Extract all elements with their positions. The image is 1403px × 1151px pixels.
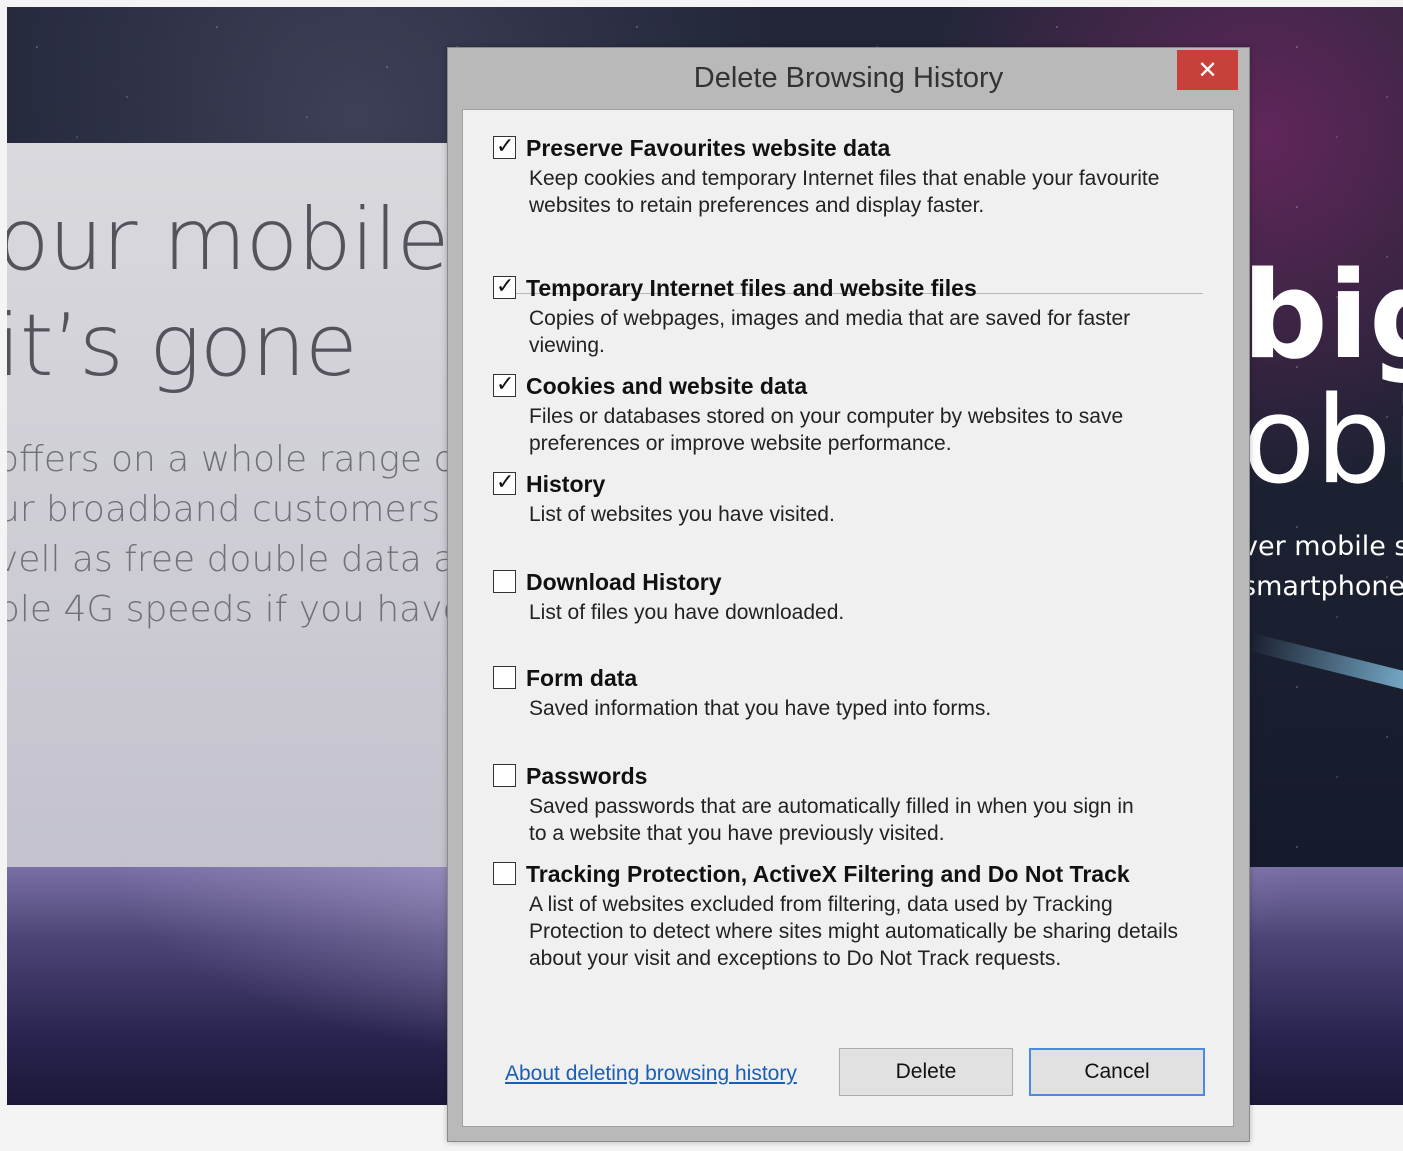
- checkmark-icon: ✓: [496, 274, 515, 299]
- checkbox-download-history[interactable]: [493, 570, 516, 593]
- close-button[interactable]: ✕: [1177, 50, 1238, 90]
- checkbox-temporary-files[interactable]: ✓: [493, 274, 516, 299]
- option-description: Files or databases stored on your comput…: [529, 405, 1124, 455]
- option-description: Keep cookies and temporary Internet file…: [529, 167, 1160, 217]
- hero-right-subtext: ver mobile sa: [1242, 531, 1403, 562]
- close-icon: ✕: [1197, 56, 1218, 84]
- checkbox-passwords[interactable]: [493, 764, 516, 787]
- option-description: Saved passwords that are automatically f…: [529, 795, 1134, 845]
- delete-button[interactable]: Delete: [839, 1048, 1013, 1096]
- dialog-title: Delete Browsing History: [693, 62, 1004, 94]
- checkmark-icon: ✓: [496, 134, 515, 159]
- checkmark-icon: ✓: [496, 372, 515, 397]
- hero-right-headline: big: [1242, 247, 1403, 386]
- checkbox-form-data[interactable]: [493, 666, 516, 689]
- checkbox-history[interactable]: ✓: [493, 470, 516, 495]
- option-description: Copies of webpages, images and media tha…: [529, 307, 1131, 357]
- option-description: List of files you have downloaded.: [529, 601, 845, 624]
- option-label[interactable]: Temporary Internet files and website fil…: [526, 274, 977, 302]
- option-label[interactable]: Download History: [526, 568, 722, 596]
- hero-right-subtext: smartphone: [1242, 571, 1403, 602]
- dialog-titlebar[interactable]: Delete Browsing History ✕: [448, 48, 1249, 108]
- about-deleting-history-link[interactable]: About deleting browsing history: [505, 1062, 797, 1086]
- hero-right-headline: obi: [1242, 372, 1403, 511]
- checkbox-cookies[interactable]: ✓: [493, 372, 516, 397]
- option-label[interactable]: Form data: [526, 664, 637, 692]
- checkbox-preserve-favourites[interactable]: ✓: [493, 134, 516, 159]
- option-description: A list of websites excluded from filteri…: [529, 893, 1179, 970]
- dialog-content: ✓ Preserve Favourites website data Keep …: [462, 109, 1234, 1127]
- option-label[interactable]: Preserve Favourites website data: [526, 134, 890, 162]
- option-label[interactable]: Passwords: [526, 762, 647, 790]
- checkbox-tracking-protection[interactable]: [493, 862, 516, 885]
- option-label[interactable]: Cookies and website data: [526, 372, 807, 400]
- option-description: List of websites you have visited.: [529, 503, 835, 526]
- option-description: Saved information that you have typed in…: [529, 697, 992, 720]
- checkmark-icon: ✓: [496, 470, 515, 495]
- option-label[interactable]: Tracking Protection, ActiveX Filtering a…: [526, 860, 1130, 888]
- cancel-button[interactable]: Cancel: [1029, 1048, 1205, 1096]
- hero-right-text: big obi ver mobile sa smartphone: [1242, 257, 1403, 607]
- option-label[interactable]: History: [526, 470, 605, 498]
- delete-browsing-history-dialog: Delete Browsing History ✕ ✓ Preserve Fav…: [447, 47, 1250, 1142]
